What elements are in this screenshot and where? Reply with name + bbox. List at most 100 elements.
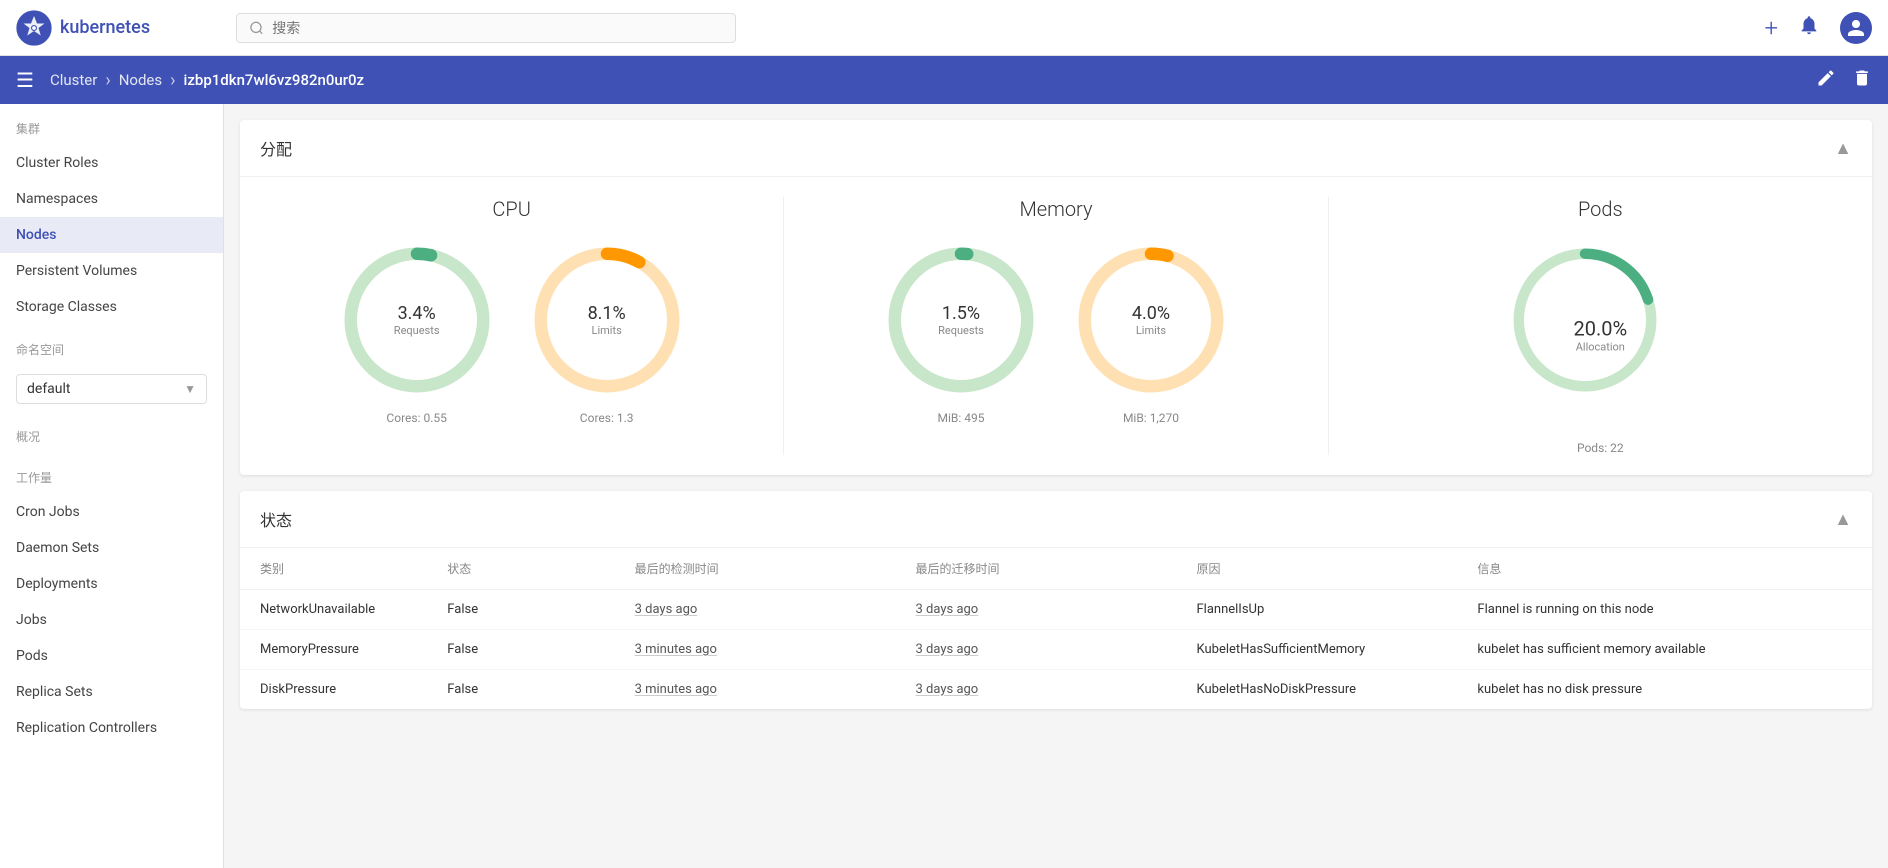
memory-limits-chart: 4.0% Limits MiB: 1,270 bbox=[1076, 245, 1226, 425]
sidebar-item-storage-classes[interactable]: Storage Classes bbox=[0, 289, 223, 325]
sidebar-item-replica-sets[interactable]: Replica Sets bbox=[0, 674, 223, 710]
allocation-collapse-icon[interactable]: ▲ bbox=[1834, 138, 1852, 159]
memory-limits-label: Limits bbox=[1132, 324, 1170, 337]
logo-area: kubernetes bbox=[16, 10, 236, 46]
row1-reason: FlannelIsUp bbox=[1196, 602, 1477, 617]
table-row: DiskPressure False 3 minutes ago 3 days … bbox=[240, 670, 1872, 709]
menu-icon[interactable]: ☰ bbox=[16, 68, 34, 92]
divider-2 bbox=[1328, 197, 1329, 455]
pods-allocation-donut: 20.0% Allocation bbox=[1510, 245, 1690, 425]
row2-last-transition: 3 days ago bbox=[916, 642, 1197, 657]
status-header: 状态 ▲ bbox=[240, 491, 1872, 548]
sidebar-section-workload: 工作量 bbox=[0, 453, 223, 494]
cpu-requests-footer: Cores: 0.55 bbox=[386, 411, 446, 425]
row1-message: Flannel is running on this node bbox=[1477, 602, 1852, 617]
main-layout: 集群 Cluster Roles Namespaces Nodes Persis… bbox=[0, 104, 1888, 868]
row1-type: NetworkUnavailable bbox=[260, 602, 447, 617]
allocation-section: 分配 ▲ CPU bbox=[240, 120, 1872, 475]
memory-limits-donut: 4.0% Limits bbox=[1076, 245, 1226, 395]
breadcrumb-sep-1: › bbox=[105, 70, 110, 91]
table-row: MemoryPressure False 3 minutes ago 3 day… bbox=[240, 630, 1872, 670]
row3-message: kubelet has no disk pressure bbox=[1477, 682, 1852, 697]
row2-message: kubelet has sufficient memory available bbox=[1477, 642, 1852, 657]
col-status: 状态 bbox=[447, 560, 634, 577]
cpu-requests-center: 3.4% Requests bbox=[394, 303, 440, 337]
pods-allocation-footer: Pods: 22 bbox=[1577, 441, 1624, 455]
sidebar-item-jobs[interactable]: Jobs bbox=[0, 602, 223, 638]
delete-button[interactable] bbox=[1852, 68, 1872, 93]
notifications-icon[interactable] bbox=[1798, 14, 1820, 41]
sidebar-item-daemon-sets[interactable]: Daemon Sets bbox=[0, 530, 223, 566]
memory-requests-chart: 1.5% Requests MiB: 495 bbox=[886, 245, 1036, 425]
row1-last-probe: 3 days ago bbox=[635, 602, 916, 617]
pods-allocation-chart: 20.0% Allocation Pods: 22 bbox=[1510, 245, 1690, 455]
row3-reason: KubeletHasNoDiskPressure bbox=[1196, 682, 1477, 697]
divider-1 bbox=[783, 197, 784, 455]
status-title: 状态 bbox=[260, 507, 292, 531]
table-row: NetworkUnavailable False 3 days ago 3 da… bbox=[240, 590, 1872, 630]
cpu-title: CPU bbox=[492, 197, 530, 221]
breadcrumb-cluster[interactable]: Cluster bbox=[50, 71, 97, 89]
cpu-requests-percent: 3.4% bbox=[394, 303, 440, 324]
row3-last-transition: 3 days ago bbox=[916, 682, 1197, 697]
row3-last-probe: 3 minutes ago bbox=[635, 682, 916, 697]
user-avatar[interactable] bbox=[1840, 12, 1872, 44]
search-bar[interactable] bbox=[236, 13, 736, 43]
add-button[interactable]: + bbox=[1764, 14, 1778, 42]
cpu-limits-center: 8.1% Limits bbox=[588, 303, 626, 337]
namespace-value: default bbox=[27, 381, 71, 397]
sidebar-item-nodes[interactable]: Nodes bbox=[0, 217, 223, 253]
status-section: 状态 ▲ 类别 状态 最后的检测时间 最后的迁移时间 原因 信息 Network… bbox=[240, 491, 1872, 709]
memory-limits-percent: 4.0% bbox=[1132, 303, 1170, 324]
sidebar-item-cluster-roles[interactable]: Cluster Roles bbox=[0, 145, 223, 181]
sidebar-section-cluster: 集群 bbox=[0, 104, 223, 145]
memory-charts-row: 1.5% Requests MiB: 495 bbox=[886, 245, 1226, 425]
breadcrumb-current-node: izbp1dkn7wl6vz982n0ur0z bbox=[184, 71, 365, 89]
row1-status: False bbox=[447, 602, 634, 617]
breadcrumb-nodes[interactable]: Nodes bbox=[119, 71, 162, 89]
search-input[interactable] bbox=[272, 20, 723, 36]
pods-allocation-label: Allocation bbox=[1573, 341, 1627, 354]
charts-area: CPU 3.4% Requests bbox=[240, 177, 1872, 475]
cpu-limits-percent: 8.1% bbox=[588, 303, 626, 324]
col-last-probe: 最后的检测时间 bbox=[635, 560, 916, 577]
cpu-requests-chart: 3.4% Requests Cores: 0.55 bbox=[342, 245, 492, 425]
sidebar-item-deployments[interactable]: Deployments bbox=[0, 566, 223, 602]
col-reason: 原因 bbox=[1196, 560, 1477, 577]
breadcrumb-actions bbox=[1816, 68, 1872, 93]
memory-limits-footer: MiB: 1,270 bbox=[1123, 411, 1179, 425]
edit-button[interactable] bbox=[1816, 68, 1836, 93]
memory-requests-donut: 1.5% Requests bbox=[886, 245, 1036, 395]
namespace-arrow-icon: ▼ bbox=[184, 382, 196, 396]
sidebar-item-replication-controllers[interactable]: Replication Controllers bbox=[0, 710, 223, 746]
cpu-limits-donut: 8.1% Limits bbox=[532, 245, 682, 395]
sidebar-item-namespaces[interactable]: Namespaces bbox=[0, 181, 223, 217]
col-type: 类别 bbox=[260, 560, 447, 577]
pods-allocation-center: 20.0% Allocation bbox=[1573, 317, 1627, 354]
cpu-requests-label: Requests bbox=[394, 324, 440, 337]
col-message: 信息 bbox=[1477, 560, 1852, 577]
memory-limits-center: 4.0% Limits bbox=[1132, 303, 1170, 337]
app-title: kubernetes bbox=[60, 17, 150, 38]
row2-type: MemoryPressure bbox=[260, 642, 447, 657]
memory-title: Memory bbox=[1019, 197, 1092, 221]
sidebar-item-pods[interactable]: Pods bbox=[0, 638, 223, 674]
cpu-charts-row: 3.4% Requests Cores: 0.55 bbox=[342, 245, 682, 425]
breadcrumb: Cluster › Nodes › izbp1dkn7wl6vz982n0ur0… bbox=[50, 70, 364, 91]
status-collapse-icon[interactable]: ▲ bbox=[1834, 509, 1852, 530]
pods-charts-row: 20.0% Allocation Pods: 22 bbox=[1510, 245, 1690, 455]
search-icon bbox=[249, 20, 264, 36]
sidebar-section-overview: 概况 bbox=[0, 412, 223, 453]
row2-reason: KubeletHasSufficientMemory bbox=[1196, 642, 1477, 657]
namespace-selector[interactable]: default ▼ bbox=[16, 374, 207, 404]
sidebar: 集群 Cluster Roles Namespaces Nodes Persis… bbox=[0, 104, 224, 868]
cpu-requests-donut: 3.4% Requests bbox=[342, 245, 492, 395]
sidebar-item-persistent-volumes[interactable]: Persistent Volumes bbox=[0, 253, 223, 289]
sidebar-section-namespace: 命名空间 bbox=[0, 325, 223, 366]
memory-requests-label: Requests bbox=[938, 324, 984, 337]
breadcrumb-bar: ☰ Cluster › Nodes › izbp1dkn7wl6vz982n0u… bbox=[0, 56, 1888, 104]
col-last-transition: 最后的迁移时间 bbox=[916, 560, 1197, 577]
sidebar-item-cron-jobs[interactable]: Cron Jobs bbox=[0, 494, 223, 530]
row3-status: False bbox=[447, 682, 634, 697]
row1-last-transition: 3 days ago bbox=[916, 602, 1197, 617]
